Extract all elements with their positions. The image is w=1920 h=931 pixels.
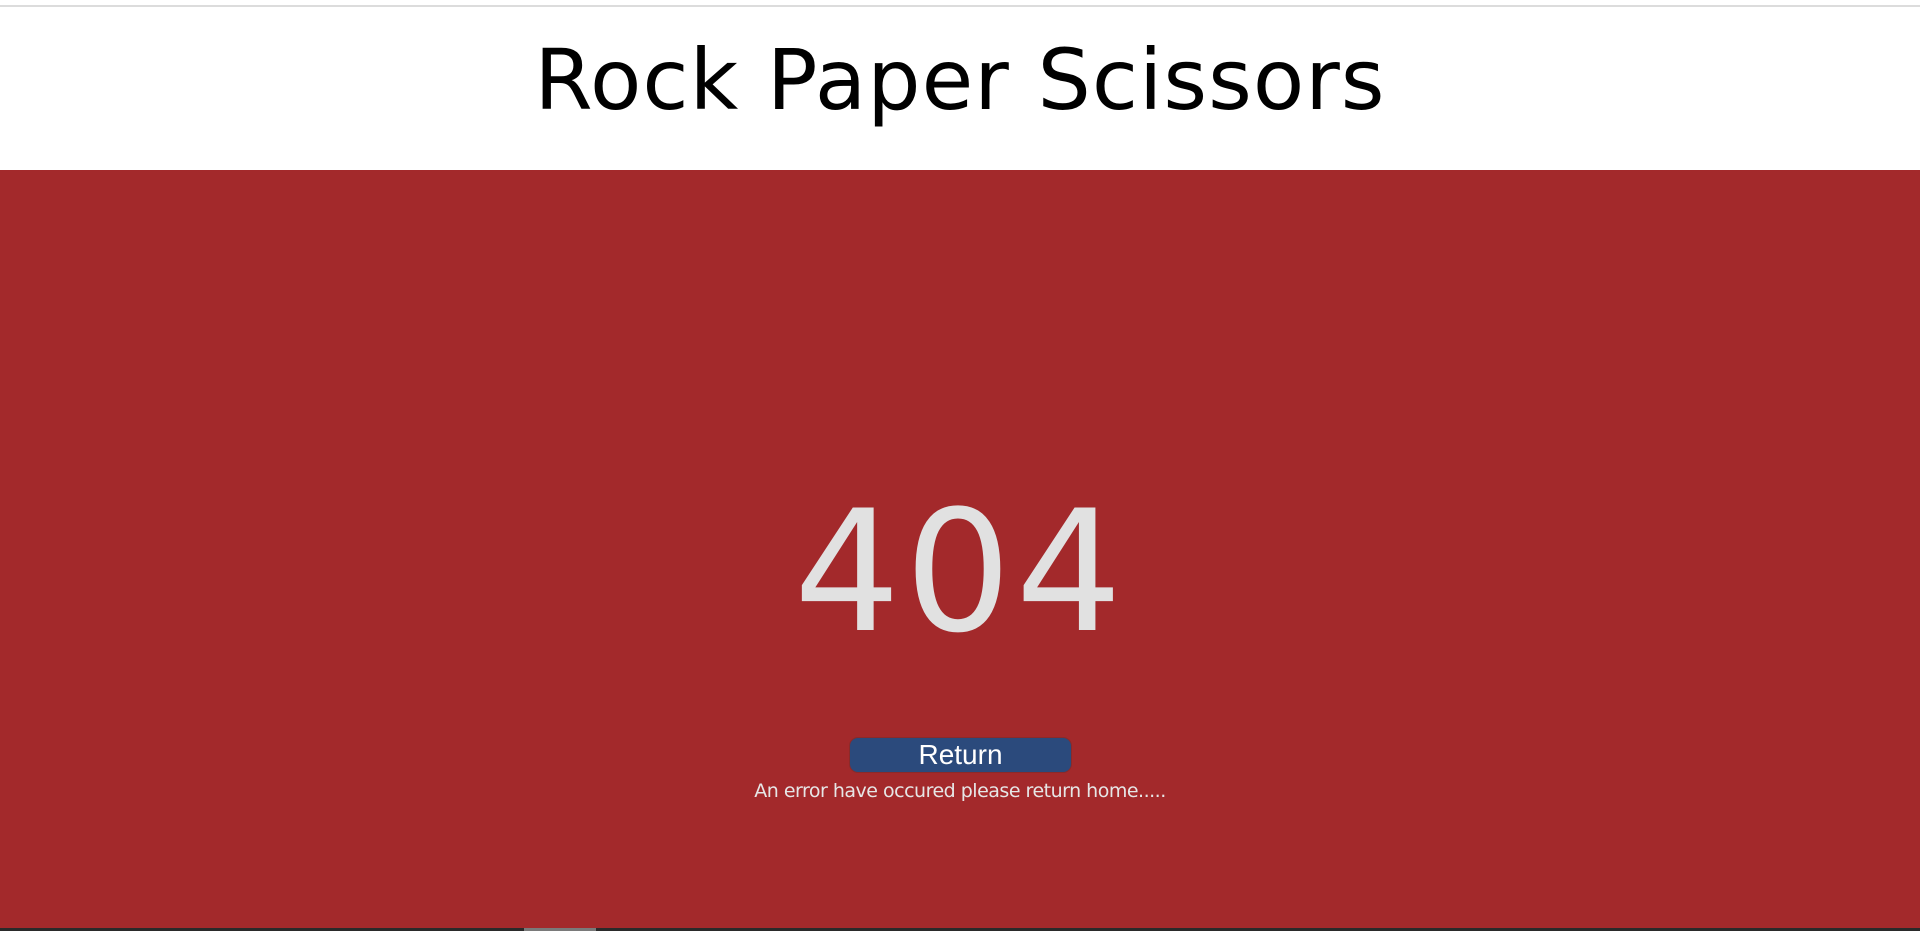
error-panel: 404 Return An error have occured please … xyxy=(0,170,1920,928)
error-code: 404 xyxy=(793,474,1127,670)
error-message: An error have occured please return home… xyxy=(754,780,1166,802)
site-title: Rock Paper Scissors xyxy=(534,30,1386,129)
return-button[interactable]: Return xyxy=(849,737,1072,773)
site-header: Rock Paper Scissors xyxy=(0,7,1920,170)
